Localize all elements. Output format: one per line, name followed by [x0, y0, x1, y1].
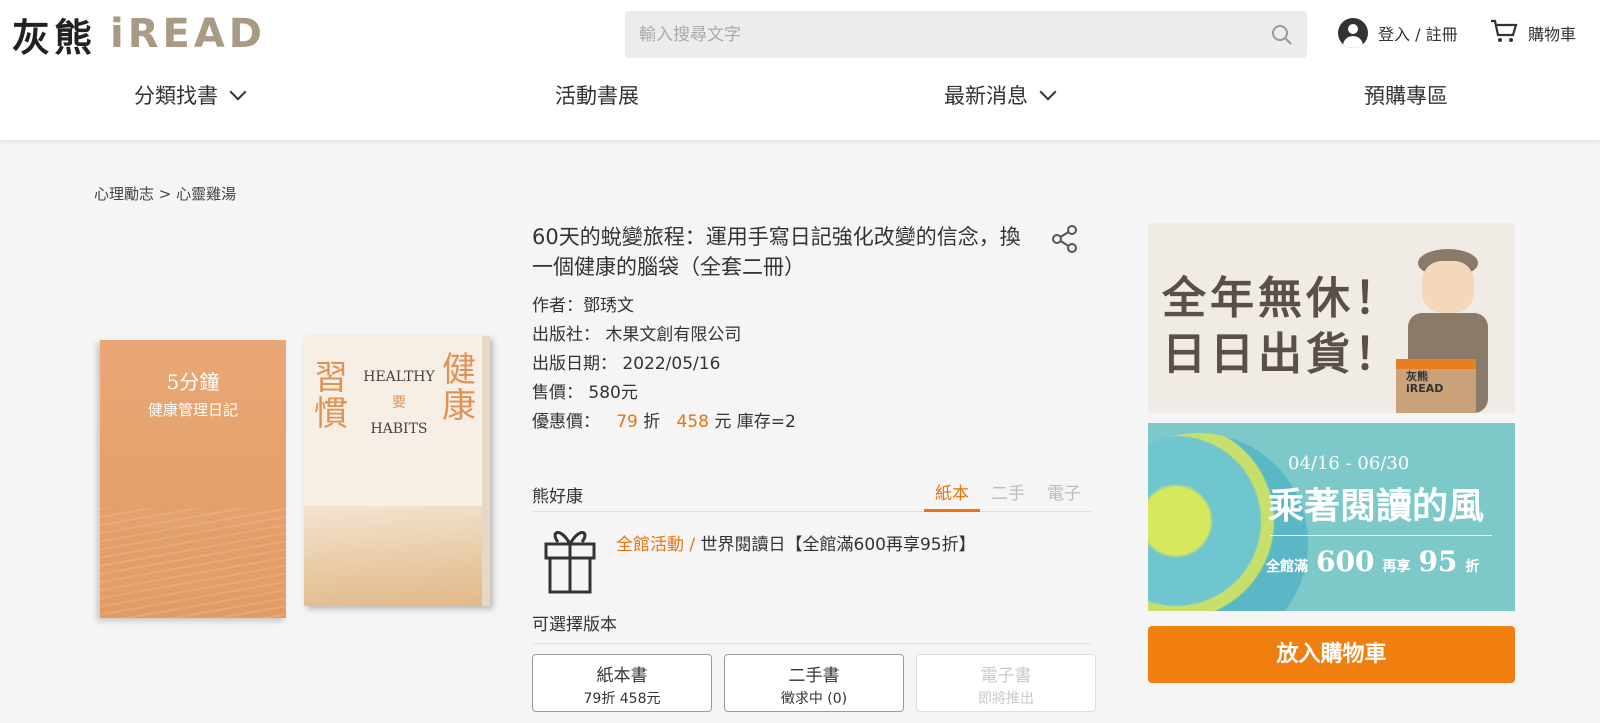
box-label: 灰熊 iREAD	[1406, 371, 1443, 395]
cover2-big-left: 習慣	[314, 358, 348, 434]
breadcrumb-item[interactable]: 心靈雞湯	[176, 185, 236, 203]
logo-chinese: 灰熊	[12, 15, 97, 60]
promo-text: 全館活動 / 世界閱讀日【全館滿600再享95折】	[616, 530, 976, 604]
author-label: 作者：	[532, 296, 583, 316]
version-paper-button[interactable]: 紙本書 79折 458元	[532, 654, 712, 712]
logo-english: iREAD	[110, 11, 267, 57]
version-ebook-button: 電子書 即將推出	[916, 654, 1096, 712]
gift-icon	[542, 522, 600, 596]
discount-rate: 79	[616, 412, 638, 432]
versions-label: 可選擇版本	[532, 610, 1092, 644]
cover2-eng-mid: 要	[392, 395, 406, 411]
price-value: 580元	[588, 383, 638, 403]
version-detail: 即將推出	[978, 691, 1034, 707]
banner2-sub2: 再享	[1382, 559, 1411, 575]
seller-bar: 熊好康 紙本 二手 電子	[532, 480, 1092, 512]
main-nav: 分類找書 活動書展 最新消息 預購專區	[0, 80, 1600, 120]
tab-paper[interactable]: 紙本	[924, 480, 980, 512]
price-unit: 元	[714, 412, 732, 432]
add-to-cart-button[interactable]: 放入購物車	[1148, 626, 1515, 683]
banner2-sub1: 全館滿	[1266, 559, 1308, 575]
nav-label: 活動書展	[555, 84, 639, 108]
stock-status: 庫存=2	[736, 412, 796, 432]
banner1-line1: 全年無休！	[1162, 273, 1402, 324]
format-tabs: 紙本 二手 電子	[924, 480, 1092, 512]
publisher-label: 出版社：	[532, 325, 600, 345]
nav-label: 最新消息	[944, 84, 1028, 108]
chevron-down-icon	[1039, 83, 1057, 101]
promo-tag[interactable]: 全館活動 /	[616, 535, 695, 555]
nav-item-categories[interactable]: 分類找書	[134, 80, 247, 110]
book-cover-image[interactable]: 5分鐘健康管理日記 習慣 健康 HEALTHY 要 HABITS	[98, 336, 498, 618]
nav-item-preorder[interactable]: 預購專區	[1364, 80, 1448, 110]
nav-label: 分類找書	[134, 84, 218, 108]
cover-book-2: 習慣 健康 HEALTHY 要 HABITS	[304, 336, 490, 606]
user-icon	[1338, 18, 1368, 48]
book-title: 60天的蛻變旅程：運用手寫日記強化改變的信念，換一個健康的腦袋（全套二冊）	[532, 225, 1021, 279]
author-row: 作者：鄧琇文	[532, 292, 1092, 321]
chevron-down-icon	[229, 83, 247, 101]
cart-link[interactable]: 購物車	[1490, 18, 1576, 48]
price-row: 售價： 580元	[532, 379, 1092, 408]
cover2-eng1: HEALTHY	[363, 369, 435, 385]
nav-item-news[interactable]: 最新消息	[944, 80, 1057, 110]
banner2-subtitle: 全館滿 600 再享 95 折	[1266, 545, 1479, 578]
seller-name[interactable]: 熊好康	[532, 482, 583, 507]
banner2-sub3: 折	[1465, 559, 1480, 575]
promo-row: 全館活動 / 世界閱讀日【全館滿600再享95折】	[532, 522, 1092, 604]
breadcrumb-separator: >	[158, 185, 172, 203]
discount-row: 優惠價： 79 折 458 元 庫存=2	[532, 408, 1092, 437]
version-buttons: 紙本書 79折 458元 二手書 徵求中 (0) 電子書 即將推出	[532, 654, 1096, 712]
author-value[interactable]: 鄧琇文	[583, 296, 634, 316]
version-used-button[interactable]: 二手書 徵求中 (0)	[724, 654, 904, 712]
cart-icon	[1490, 18, 1518, 48]
version-name: 電子書	[980, 666, 1032, 686]
price-label: 售價：	[532, 383, 583, 403]
cover2-big-right: 健康	[442, 350, 476, 426]
date-value: 2022/05/16	[622, 354, 721, 374]
nav-item-exhibitions[interactable]: 活動書展	[555, 80, 639, 110]
cover-book-1: 5分鐘健康管理日記	[100, 340, 286, 618]
banner1-line2: 日日出貨！	[1162, 329, 1402, 380]
shipping-banner[interactable]: 全年無休！ 日日出貨！ 灰熊 iREAD	[1148, 223, 1515, 413]
version-name: 二手書	[788, 666, 840, 686]
date-row: 出版日期： 2022/05/16	[532, 350, 1092, 379]
login-label: 登入 / 註冊	[1378, 25, 1458, 44]
version-name: 紙本書	[596, 666, 648, 686]
version-detail: 79折 458元	[583, 691, 661, 707]
breadcrumb: 心理勵志 > 心靈雞湯	[94, 183, 236, 204]
banner2-n1: 600	[1316, 545, 1375, 578]
banner2-n2: 95	[1418, 545, 1458, 578]
share-icon[interactable]	[1050, 224, 1080, 254]
search-icon[interactable]	[1271, 24, 1293, 46]
login-link[interactable]: 登入 / 註冊	[1338, 18, 1458, 48]
reading-day-banner[interactable]: 04/16 - 06/30 乘著閱讀的風 全館滿 600 再享 95 折	[1148, 423, 1515, 611]
discount-unit: 折	[643, 412, 661, 432]
banner2-date: 04/16 - 06/30	[1288, 453, 1410, 474]
cover2-eng2: HABITS	[370, 421, 428, 437]
banner2-title: 乘著閱讀的風	[1268, 485, 1485, 527]
publisher-row: 出版社： 木果文創有限公司	[532, 321, 1092, 350]
tab-ebook[interactable]: 電子	[1036, 480, 1092, 512]
search-bar	[625, 11, 1307, 58]
box-label-en: iREAD	[1406, 382, 1444, 395]
cover1-line2: 健康管理日記	[147, 401, 238, 419]
date-label: 出版日期：	[532, 354, 617, 374]
breadcrumb-item[interactable]: 心理勵志	[94, 185, 154, 203]
cart-label: 購物車	[1528, 25, 1577, 44]
nav-label: 預購專區	[1364, 84, 1448, 108]
book-meta: 作者：鄧琇文 出版社： 木果文創有限公司 出版日期： 2022/05/16 售價…	[532, 292, 1092, 437]
discount-label: 優惠價：	[532, 412, 600, 432]
search-input[interactable]	[639, 24, 1271, 45]
product-info: 60天的蛻變旅程：運用手寫日記強化改變的信念，換一個健康的腦袋（全套二冊） 作者…	[532, 222, 1096, 712]
cover1-line1: 5分鐘	[166, 370, 220, 394]
publisher-value[interactable]: 木果文創有限公司	[605, 325, 741, 345]
version-detail: 徵求中 (0)	[780, 691, 848, 707]
promo-description[interactable]: 世界閱讀日【全館滿600再享95折】	[701, 535, 976, 555]
site-header: 灰熊 iREAD 登入 / 註冊 購物車 分類找書 活動書展 最新消息 預購專區	[0, 0, 1600, 140]
site-logo[interactable]: 灰熊 iREAD	[12, 10, 267, 60]
discount-price: 458	[676, 412, 709, 432]
tab-used[interactable]: 二手	[980, 480, 1036, 512]
